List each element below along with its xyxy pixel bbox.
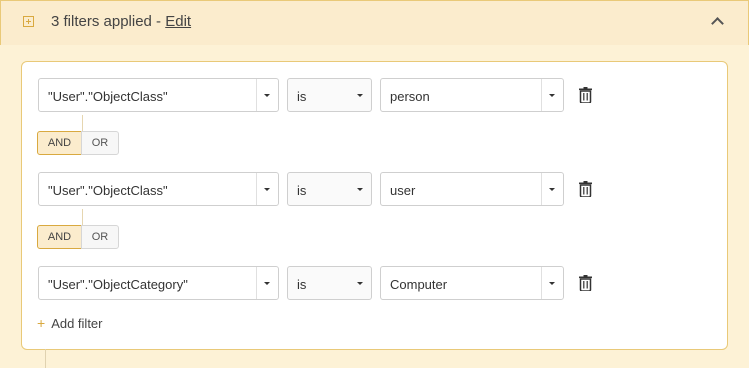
trash-icon[interactable] — [579, 181, 592, 197]
dropdown-button[interactable] — [256, 173, 278, 205]
plus-square-icon[interactable] — [23, 16, 34, 27]
value-value: user — [390, 183, 416, 198]
filter-summary: 3 filters applied - Edit — [51, 13, 191, 30]
value-select[interactable]: Computer — [380, 266, 564, 300]
field-select[interactable]: "User"."ObjectCategory" — [38, 266, 279, 300]
caret-down-icon — [357, 94, 363, 97]
plus-icon: + — [37, 315, 46, 331]
field-value: "User"."ObjectClass" — [48, 183, 168, 198]
caret-down-icon — [549, 282, 555, 285]
caret-down-icon — [357, 188, 363, 191]
value-value: Computer — [390, 277, 448, 292]
caret-down-icon — [357, 282, 363, 285]
dropdown-button[interactable] — [541, 173, 563, 205]
filter-summary-text: 3 filters applied - — [51, 13, 166, 30]
or-button[interactable]: OR — [81, 131, 119, 155]
caret-down-icon — [264, 282, 270, 285]
field-value: "User"."ObjectClass" — [48, 89, 168, 104]
and-button[interactable]: AND — [37, 131, 82, 155]
and-button[interactable]: AND — [37, 225, 82, 249]
operator-value: is — [297, 89, 307, 104]
add-filter-label: Add filter — [51, 316, 103, 331]
edit-link[interactable]: Edit — [165, 13, 191, 30]
add-filter-button[interactable]: + Add filter — [37, 315, 103, 331]
connector-line — [45, 349, 46, 368]
or-button[interactable]: OR — [81, 225, 119, 249]
caret-down-icon — [264, 94, 270, 97]
dropdown-button[interactable] — [256, 79, 278, 111]
value-select[interactable]: user — [380, 172, 564, 206]
dropdown-button[interactable] — [256, 267, 278, 299]
operator-value: is — [297, 183, 307, 198]
trash-icon[interactable] — [579, 87, 592, 103]
field-select[interactable]: "User"."ObjectClass" — [38, 172, 279, 206]
caret-down-icon — [264, 188, 270, 191]
caret-down-icon — [549, 188, 555, 191]
dropdown-button[interactable] — [541, 79, 563, 111]
value-select[interactable]: person — [380, 78, 564, 112]
trash-icon[interactable] — [579, 275, 592, 291]
operator-value: is — [297, 277, 307, 292]
operator-select[interactable]: is — [287, 172, 372, 206]
field-select[interactable]: "User"."ObjectClass" — [38, 78, 279, 112]
chevron-up-icon[interactable] — [711, 17, 724, 30]
filters-panel: "User"."ObjectClass" is person AND OR "U… — [21, 61, 728, 350]
dropdown-button[interactable] — [541, 267, 563, 299]
operator-select[interactable]: is — [287, 266, 372, 300]
filter-header[interactable]: 3 filters applied - Edit — [0, 0, 749, 45]
value-value: person — [390, 89, 430, 104]
field-value: "User"."ObjectCategory" — [48, 277, 188, 292]
operator-select[interactable]: is — [287, 78, 372, 112]
caret-down-icon — [549, 94, 555, 97]
